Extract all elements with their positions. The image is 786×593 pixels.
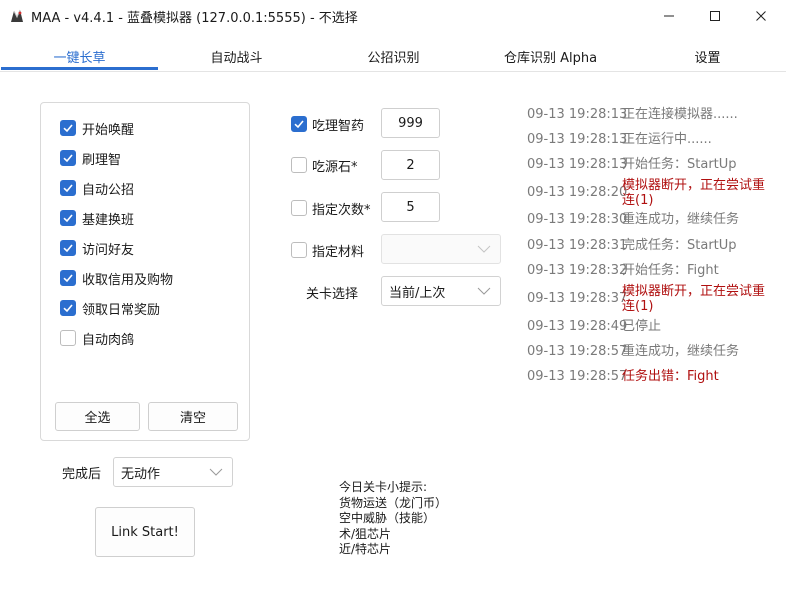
tips-line: 空中威胁（技能） (339, 511, 436, 525)
stage-label: 关卡选择 (306, 286, 359, 302)
task-visit[interactable]: 访问好友 (60, 239, 135, 258)
checkbox-unchecked-icon[interactable] (291, 157, 307, 173)
maximize-button[interactable] (692, 0, 738, 32)
minimize-button[interactable] (646, 0, 692, 32)
close-button[interactable] (738, 0, 784, 32)
maximize-icon (710, 11, 720, 21)
chevron-down-icon (477, 287, 491, 295)
log-message: 重连成功，继续任务 (622, 212, 740, 227)
log-time: 09-13 19:28:20 (527, 185, 628, 200)
link-start-button[interactable]: Link Start! (95, 507, 195, 557)
tips-line: 术/狙芯片 (339, 526, 392, 541)
material-select[interactable] (381, 234, 501, 264)
task-recruit[interactable]: 自动公招 (60, 179, 135, 198)
checkbox-unchecked-icon[interactable] (291, 242, 307, 258)
task-start-up[interactable]: 开始唤醒 (60, 119, 135, 138)
log-time: 09-13 19:28:30 (527, 212, 628, 227)
chevron-down-icon (209, 468, 223, 476)
checkbox-checked-icon[interactable] (60, 180, 76, 196)
times-count-input[interactable]: 5 (381, 192, 440, 222)
app-logo-icon (9, 8, 25, 24)
checkbox-unchecked-icon[interactable] (60, 330, 76, 346)
medicine-label: 吃理智药 (312, 118, 365, 134)
task-label: 自动公招 (82, 182, 135, 198)
stone-count-input[interactable]: 2 (381, 150, 440, 180)
log-message-error: 模拟器断开，正在尝试重连(1) (622, 284, 766, 314)
log-message-error: 模拟器断开，正在尝试重连(1) (622, 178, 766, 208)
checkbox-checked-icon[interactable] (291, 116, 307, 132)
checkbox-checked-icon[interactable] (60, 150, 76, 166)
task-label: 访问好友 (82, 242, 135, 258)
log-message: 开始任务：StartUp (622, 157, 737, 172)
log-time: 09-13 19:28:13 (527, 107, 628, 122)
log-message: 正在连接模拟器...... (622, 107, 738, 122)
log-time: 09-13 19:28:57 (527, 344, 628, 359)
material-label: 指定材料 (312, 244, 365, 260)
log-time: 09-13 19:28:37 (527, 291, 628, 306)
clear-button[interactable]: 清空 (148, 402, 238, 431)
checkbox-checked-icon[interactable] (60, 120, 76, 136)
task-label: 收取信用及购物 (82, 272, 174, 288)
log-time: 09-13 19:28:13 (527, 132, 628, 147)
tab-one-click[interactable]: 一键长草 (1, 42, 158, 70)
tips-line: 货物运送（龙门币） (339, 495, 448, 510)
task-label: 自动肉鸽 (82, 332, 135, 348)
medicine-option[interactable]: 吃理智药 (291, 114, 364, 134)
log-message: 完成任务：StartUp (622, 238, 737, 253)
checkbox-checked-icon[interactable] (60, 240, 76, 256)
stone-label: 吃源石* (312, 159, 358, 175)
task-mall[interactable]: 收取信用及购物 (60, 269, 174, 288)
close-icon (756, 11, 766, 21)
stage-value: 当前/上次 (389, 285, 446, 301)
stage-tips: 今日关卡小提示: 货物运送（龙门币） 空中威胁（技能） 术/狙芯片 近/特芯片 (339, 480, 447, 558)
checkbox-checked-icon[interactable] (60, 270, 76, 286)
medicine-count-input[interactable]: 999 (381, 108, 440, 138)
select-all-button[interactable]: 全选 (55, 402, 140, 431)
tab-depot[interactable]: 仓库识别 Alpha (472, 42, 629, 70)
log-time: 09-13 19:28:49 (527, 319, 628, 334)
log-message-error: 任务出错：Fight (622, 369, 719, 384)
tips-line: 近/特芯片 (339, 542, 392, 556)
log-time: 09-13 19:28:32 (527, 263, 628, 278)
window-title: MAA - v4.4.1 - 蓝叠模拟器 (127.0.0.1:5555) - … (31, 11, 358, 26)
log-message: 已停止 (622, 319, 662, 334)
task-label: 开始唤醒 (82, 122, 135, 138)
times-label: 指定次数* (312, 202, 371, 218)
task-label: 基建换班 (82, 212, 135, 228)
after-completion-select[interactable]: 无动作 (113, 457, 233, 487)
task-award[interactable]: 领取日常奖励 (60, 299, 161, 318)
stone-option[interactable]: 吃源石* (291, 155, 358, 175)
minimize-icon (664, 15, 674, 17)
task-label: 领取日常奖励 (82, 302, 161, 318)
after-completion-value: 无动作 (121, 466, 161, 482)
checkbox-checked-icon[interactable] (60, 210, 76, 226)
log-message: 开始任务：Fight (622, 263, 719, 278)
log-message: 重连成功，继续任务 (622, 344, 740, 359)
task-fight[interactable]: 刷理智 (60, 149, 122, 168)
checkbox-checked-icon[interactable] (60, 300, 76, 316)
times-option[interactable]: 指定次数* (291, 198, 371, 218)
log-time: 09-13 19:28:57 (527, 369, 628, 384)
checkbox-unchecked-icon[interactable] (291, 200, 307, 216)
tab-auto-battle[interactable]: 自动战斗 (158, 42, 315, 70)
tab-recruit[interactable]: 公招识别 (315, 42, 472, 70)
log-time: 09-13 19:28:13 (527, 157, 628, 172)
material-option[interactable]: 指定材料 (291, 240, 364, 260)
tips-title: 今日关卡小提示: (339, 480, 428, 494)
log-time: 09-13 19:28:31 (527, 238, 628, 253)
after-completion-label: 完成后 (62, 466, 102, 482)
active-tab-indicator (1, 67, 158, 70)
task-label: 刷理智 (82, 152, 122, 168)
tab-settings[interactable]: 设置 (629, 42, 786, 70)
log-message: 正在运行中...... (622, 132, 712, 147)
task-roguelike[interactable]: 自动肉鸽 (60, 329, 135, 348)
stage-select[interactable]: 当前/上次 (381, 276, 501, 306)
task-infrast[interactable]: 基建换班 (60, 209, 135, 228)
chevron-down-icon (477, 245, 491, 253)
